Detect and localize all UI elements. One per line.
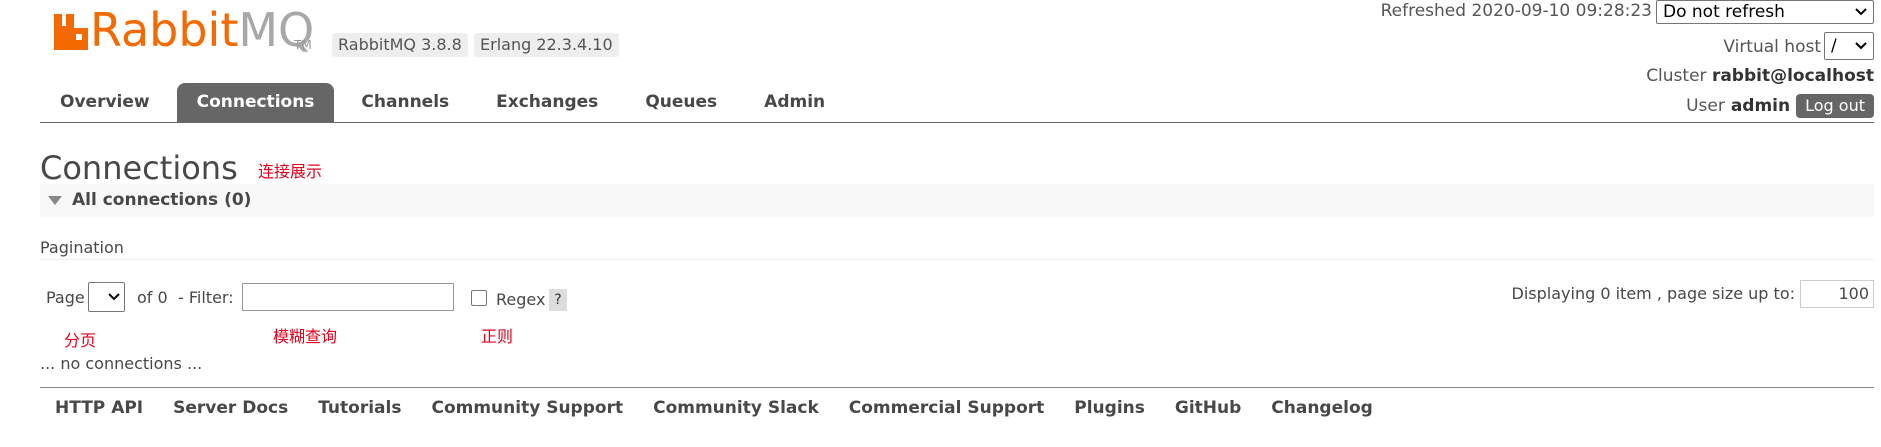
- logout-button[interactable]: Log out: [1796, 94, 1874, 118]
- nav-divider: [40, 122, 1874, 123]
- regex-checkbox[interactable]: [471, 290, 487, 306]
- footer-link-plugins[interactable]: Plugins: [1074, 398, 1145, 418]
- footer-link-community-support[interactable]: Community Support: [431, 398, 623, 418]
- refresh-interval-value: Do not refresh: [1663, 2, 1785, 22]
- refreshed-timestamp: Refreshed 2020-09-10 09:28:23: [1380, 1, 1652, 21]
- regex-help-button[interactable]: ?: [549, 289, 567, 311]
- rabbitmq-logo[interactable]: RabbitMQ TM: [54, 7, 314, 56]
- cluster-label: Cluster: [1646, 66, 1707, 86]
- page-label: Page: [46, 288, 85, 307]
- logo-text: RabbitMQ: [90, 7, 314, 53]
- footer-link-github[interactable]: GitHub: [1175, 398, 1241, 418]
- displaying-count-label: Displaying 0 item , page size up to:: [1511, 284, 1795, 303]
- virtual-host-value: /: [1831, 36, 1837, 56]
- footer-divider: [40, 387, 1874, 388]
- regex-label: Regex: [496, 290, 546, 309]
- footer-link-commercial-support[interactable]: Commercial Support: [849, 398, 1045, 418]
- virtual-host-select[interactable]: /: [1824, 32, 1874, 60]
- refresh-interval-select[interactable]: Do not refresh: [1656, 0, 1874, 24]
- page-title: Connections: [40, 149, 238, 187]
- chevron-down-icon: [1855, 8, 1867, 16]
- annotation-filter: 模糊查询: [273, 327, 338, 346]
- main-nav-tabs: Overview Connections Channels Exchanges …: [40, 83, 852, 123]
- filter-label: - Filter:: [178, 288, 234, 307]
- annotation-connections: 连接展示: [258, 162, 323, 181]
- erlang-version-badge: Erlang 22.3.4.10: [474, 33, 619, 57]
- page-count-label: of 0: [137, 288, 168, 307]
- annotation-pagination: 分页: [64, 331, 97, 350]
- cluster-info: Cluster rabbit@localhost: [1646, 66, 1874, 86]
- rabbitmq-version-badge: RabbitMQ 3.8.8: [332, 33, 468, 57]
- empty-state-text: ... no connections ...: [40, 354, 203, 373]
- trademark-text: TM: [294, 38, 312, 52]
- footer-link-http-api[interactable]: HTTP API: [55, 398, 143, 418]
- chevron-down-icon: [1855, 42, 1867, 50]
- virtual-host-label: Virtual host: [1723, 37, 1821, 57]
- tab-admin[interactable]: Admin: [744, 83, 845, 123]
- all-connections-section-header[interactable]: [40, 184, 1874, 217]
- all-connections-title[interactable]: All connections (0): [72, 190, 251, 210]
- user-info: User admin Log out: [1686, 94, 1874, 118]
- annotation-regex: 正则: [481, 327, 514, 346]
- user-label: User: [1686, 96, 1725, 116]
- tab-overview[interactable]: Overview: [40, 83, 170, 123]
- footer-link-tutorials[interactable]: Tutorials: [318, 398, 401, 418]
- footer-links: HTTP API Server Docs Tutorials Community…: [55, 398, 1403, 418]
- footer-link-changelog[interactable]: Changelog: [1271, 398, 1373, 418]
- tab-exchanges[interactable]: Exchanges: [476, 83, 618, 123]
- page-number-select[interactable]: [88, 282, 125, 312]
- collapse-triangle-icon[interactable]: [48, 196, 62, 205]
- tab-connections[interactable]: Connections: [176, 83, 335, 123]
- cluster-name: rabbit@localhost: [1711, 66, 1874, 86]
- page-size-input[interactable]: 100: [1800, 280, 1874, 308]
- tab-channels[interactable]: Channels: [341, 83, 469, 123]
- footer-link-server-docs[interactable]: Server Docs: [173, 398, 288, 418]
- pagination-divider: [40, 259, 1874, 260]
- rabbitmq-logo-icon: [54, 14, 88, 50]
- logo-rabbit-text: Rabbit: [90, 3, 239, 57]
- chevron-down-icon: [108, 293, 120, 301]
- filter-input[interactable]: [242, 283, 454, 311]
- user-name: admin: [1730, 96, 1791, 116]
- footer-link-community-slack[interactable]: Community Slack: [653, 398, 819, 418]
- pagination-heading: Pagination: [40, 238, 124, 257]
- tab-queues[interactable]: Queues: [625, 83, 737, 123]
